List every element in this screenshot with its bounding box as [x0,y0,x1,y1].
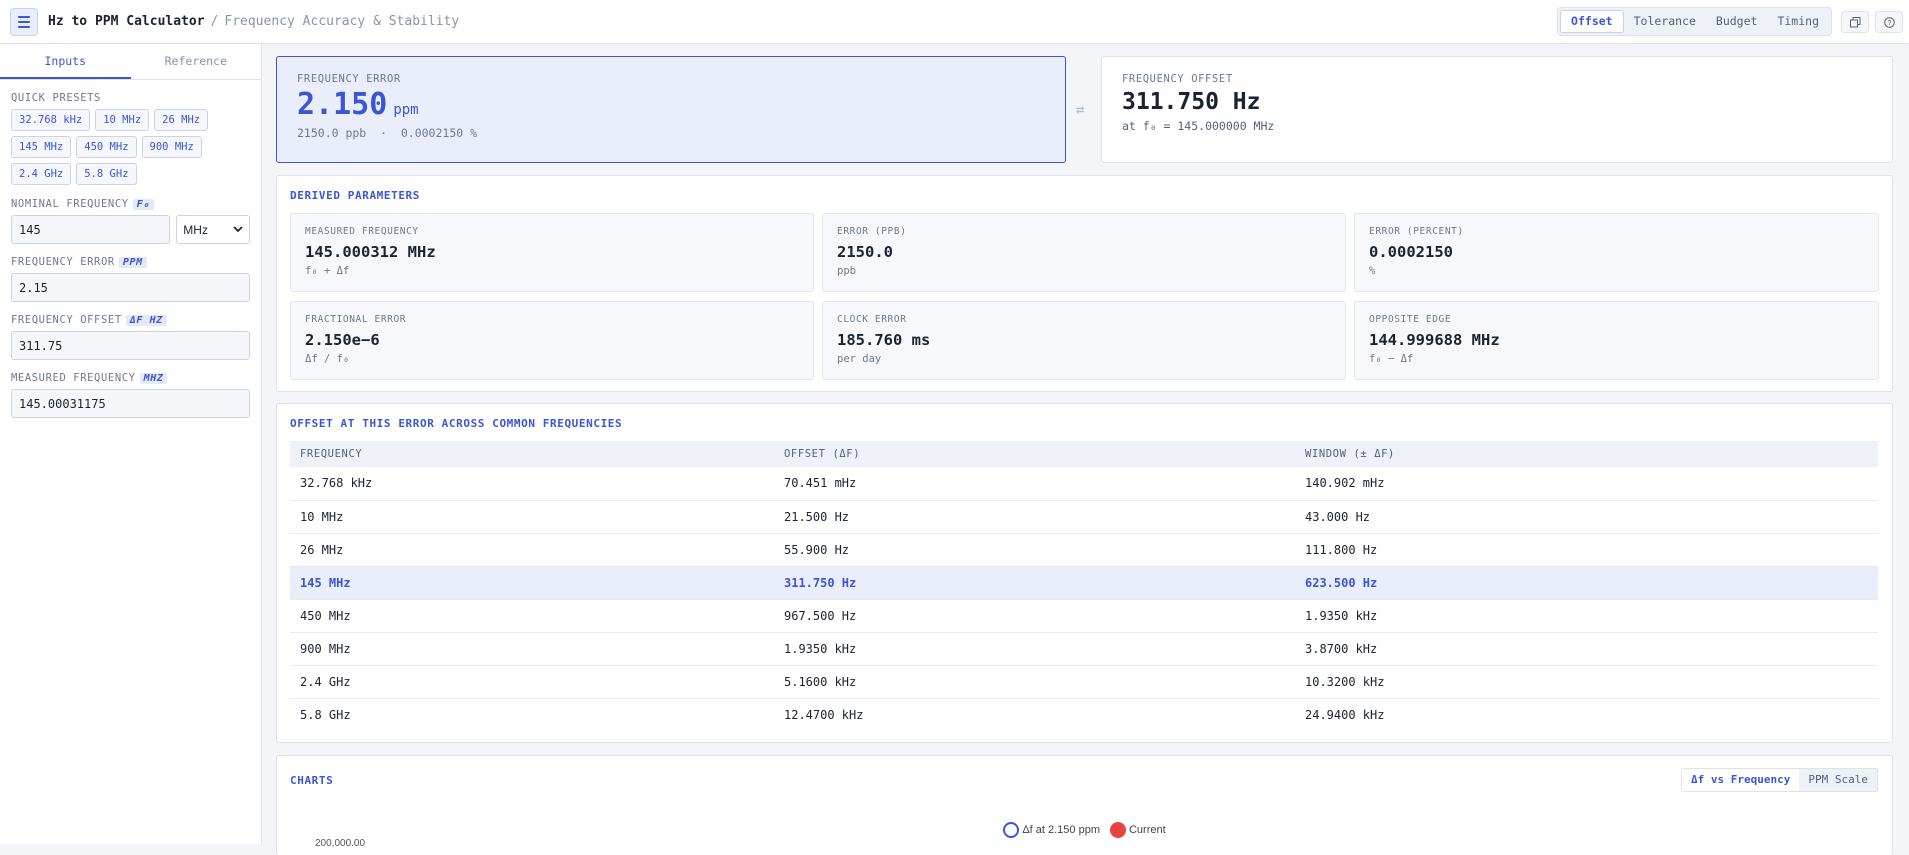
column-header: WINDOW (± ΔF) [1295,441,1878,467]
stat-fractional-error: FRACTIONAL ERROR 2.150e−6 Δf / f₀ [290,301,814,380]
legend-item-current[interactable]: Current [1109,822,1166,838]
nominal-frequency-input[interactable]: 145 [11,215,171,244]
app-header: Hz to PPM Calculator / Frequency Accurac… [0,0,1909,44]
table-row[interactable]: 2.4 GHz 5.1600 kHz 10.3200 kHz [290,665,1878,699]
sidebar-tabs: Inputs Reference [0,44,261,80]
stat-error-percent: ERROR (PERCENT) 0.0002150 % [1354,213,1879,292]
chevron-down-icon [233,226,243,233]
frequency-error-input[interactable]: 2.15 [11,273,250,302]
toggle-df-vs-frequency[interactable]: Δf vs Frequency [1682,769,1800,791]
tab-inputs[interactable]: Inputs [0,44,131,79]
frequency-offset-label: FREQUENCY OFFSET [1122,73,1233,85]
measured-frequency-input[interactable]: 145.00031175 [11,389,250,418]
preset-button[interactable]: 26 MHz [154,109,209,131]
table-row[interactable]: 26 MHz 55.900 Hz 111.800 Hz [290,533,1878,567]
help-icon[interactable]: ? [1875,11,1903,33]
preset-list: 32.768 kHz 10 MHz 26 MHz 145 MHz 450 MHz… [0,109,262,185]
chart-legend: Δf at 2.150 ppm Current [277,822,1892,838]
table-row[interactable]: 450 MHz 967.500 Hz 1.9350 kHz [290,599,1878,633]
app-subtitle: Frequency Accuracy & Stability [224,14,460,29]
frequency-offset-input[interactable]: 311.75 [11,331,250,360]
svg-text:?: ? [1887,20,1891,27]
derived-parameters-card: DERIVED PARAMETERS MEASURED FREQUENCY 14… [276,175,1893,392]
mode-tab-timing[interactable]: Timing [1767,10,1829,33]
frequency-error-unit: ppm [393,102,419,118]
app-title: Hz to PPM Calculator [48,14,205,29]
frequency-offset-value: 311.750 Hz [1122,89,1261,115]
presets-label: QUICK PRESETS [11,92,101,104]
stat-clock-error: CLOCK ERROR 185.760 ms per day [822,301,1346,380]
column-header: OFFSET (ΔF) [774,441,1295,467]
preset-button[interactable]: 32.768 kHz [11,109,91,131]
table-row[interactable]: 5.8 GHz 12.4700 kHz 24.9400 kHz [290,698,1878,731]
copy-icon[interactable] [1841,11,1869,33]
mode-tab-offset[interactable]: Offset [1560,10,1624,33]
offset-table-card: OFFSET AT THIS ERROR ACROSS COMMON FREQU… [276,403,1893,743]
frequency-offset-sub: at f₀ = 145.000000 MHz [1122,119,1275,133]
current-marker-icon [1109,822,1126,838]
error-label: FREQUENCY ERROR PPM [11,256,250,268]
offset-table: FREQUENCY OFFSET (ΔF) WINDOW (± ΔF) 32.7… [290,441,1878,731]
sidebar: Inputs Reference QUICK PRESETS 32.768 kH… [0,44,262,844]
stat-measured-frequency: MEASURED FREQUENCY 145.000312 MHz f₀ + Δ… [290,213,814,292]
table-row[interactable]: 900 MHz 1.9350 kHz 3.8700 kHz [290,632,1878,666]
measured-label: MEASURED FREQUENCY MHZ [11,372,250,384]
stat-error-ppb: ERROR (PPB) 2150.0 ppb [822,213,1346,292]
column-header: FREQUENCY [290,441,774,467]
frequency-error-label: FREQUENCY ERROR [297,73,401,85]
swap-icon[interactable]: ⇄ [1076,102,1084,118]
table-header-row: FREQUENCY OFFSET (ΔF) WINDOW (± ΔF) [290,441,1878,467]
mode-tabs: Offset Tolerance Budget Timing [1557,7,1832,36]
charts-title: CHARTS [290,774,334,787]
frequency-error-card: FREQUENCY ERROR 2.150 ppm 2150.0 ppb · 0… [276,56,1066,163]
frequency-offset-card: FREQUENCY OFFSET 311.750 Hz at f₀ = 145.… [1101,56,1893,163]
chart-toggle: Δf vs Frequency PPM Scale [1681,768,1878,792]
mode-tab-tolerance[interactable]: Tolerance [1624,10,1706,33]
toggle-ppm-scale[interactable]: PPM Scale [1799,769,1877,791]
table-row[interactable]: 32.768 kHz 70.451 mHz 140.902 mHz [290,467,1878,501]
legend-item-series[interactable]: Δf at 2.150 ppm [1003,822,1100,838]
frequency-error-sub: 2150.0 ppb · 0.0002150 % [297,126,478,140]
derived-title: DERIVED PARAMETERS [290,189,421,202]
mode-tab-budget[interactable]: Budget [1706,10,1768,33]
preset-button[interactable]: 900 MHz [141,136,202,158]
title-separator: / [210,14,219,29]
preset-button[interactable]: 450 MHz [76,136,137,158]
menu-icon[interactable] [10,7,38,36]
preset-button[interactable]: 2.4 GHz [11,163,72,185]
series-marker-icon [1003,822,1020,838]
nominal-label: NOMINAL FREQUENCY F₀ [11,198,250,210]
preset-button[interactable]: 145 MHz [11,136,72,158]
offset-label: FREQUENCY OFFSET ΔF HZ [11,314,250,326]
preset-button[interactable]: 5.8 GHz [76,163,137,185]
tab-reference[interactable]: Reference [131,44,262,79]
frequency-unit-select[interactable]: MHz [176,215,250,244]
offset-table-title: OFFSET AT THIS ERROR ACROSS COMMON FREQU… [290,417,623,430]
stat-opposite-edge: OPPOSITE EDGE 144.999688 MHz f₀ − Δf [1354,301,1879,380]
table-row[interactable]: 10 MHz 21.500 Hz 43.000 Hz [290,500,1878,534]
frequency-error-value: 2.150 [297,87,388,122]
charts-card: CHARTS Δf vs Frequency PPM Scale Δf at 2… [276,755,1893,855]
table-row-current[interactable]: 145 MHz 311.750 Hz 623.500 Hz [290,566,1878,600]
preset-button[interactable]: 10 MHz [95,109,150,131]
